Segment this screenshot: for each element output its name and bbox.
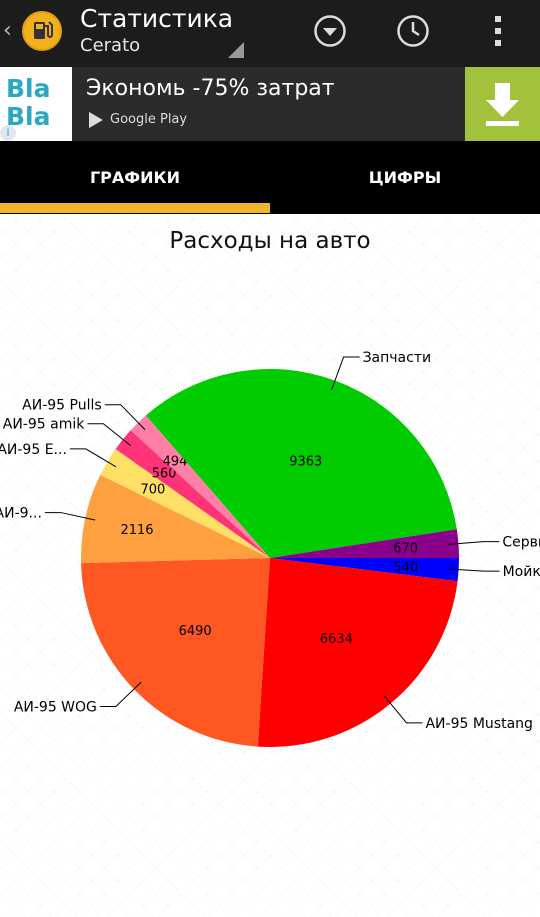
ad-headline: Экономь -75% затрат [86,76,335,101]
screen-title: Статистика [80,4,234,33]
ad-info-icon[interactable]: i [0,125,16,141]
google-play-icon [89,112,103,128]
slice-category-label: АИ-95 Е... [0,442,67,458]
slice-value-label: 540 [393,560,418,575]
download-button[interactable] [465,67,540,141]
slice-category-label: Запчасти [363,350,432,366]
slice-value-label: 6490 [179,624,212,639]
dropdown-circle-icon[interactable] [313,14,347,48]
pie-slice[interactable] [81,558,270,747]
overflow-menu-icon[interactable] [481,14,515,48]
chart-area: Расходы на авто 540Мойка6634АИ-95 Mustan… [0,214,540,917]
pie-chart: 540 Мойка 6634 АИ-95 Mustang 6490 АИ-95 WOG 21… [0,350,540,748]
slice-category-label: АИ-95 amik [3,417,85,433]
slice-value-label: 700 [141,483,166,498]
ad-logo: Bla Bla i [0,67,72,141]
slice-category-label: Мойка [503,564,540,580]
slice-category-label: АИ-95 WOG [14,699,97,715]
vehicle-dropdown-arrow-icon[interactable] [228,42,244,58]
vehicle-name[interactable]: Cerato [80,35,140,56]
back-chevron-icon[interactable]: ‹ [3,18,12,43]
app-bar: ‹ Статистика Cerato [0,0,540,67]
google-play-label: Google Play [110,112,188,127]
slice-category-label: АИ-9... [0,506,42,522]
slice-value-label: 9363 [289,454,322,469]
slice-category-label: АИ-95 Pulls [22,398,102,414]
slice-value-label: 2116 [120,523,153,538]
ad-logo-line1: Bla [6,74,51,103]
clock-icon[interactable] [396,14,430,48]
slice-value-label: 6634 [320,632,353,647]
slice-category-label: Сервис [502,535,540,551]
fuel-pump-icon[interactable] [22,11,62,51]
tab-numbers[interactable]: ЦИФРЫ [270,141,540,214]
download-icon [486,83,519,126]
google-play-badge: Google Play [86,110,187,132]
ad-banner[interactable]: Bla Bla i Экономь -75% затрат Google Pla… [0,67,540,141]
slice-category-label: АИ-95 Mustang [425,716,532,732]
slice-value-label: 670 [393,542,418,557]
active-tab-indicator [0,203,270,213]
